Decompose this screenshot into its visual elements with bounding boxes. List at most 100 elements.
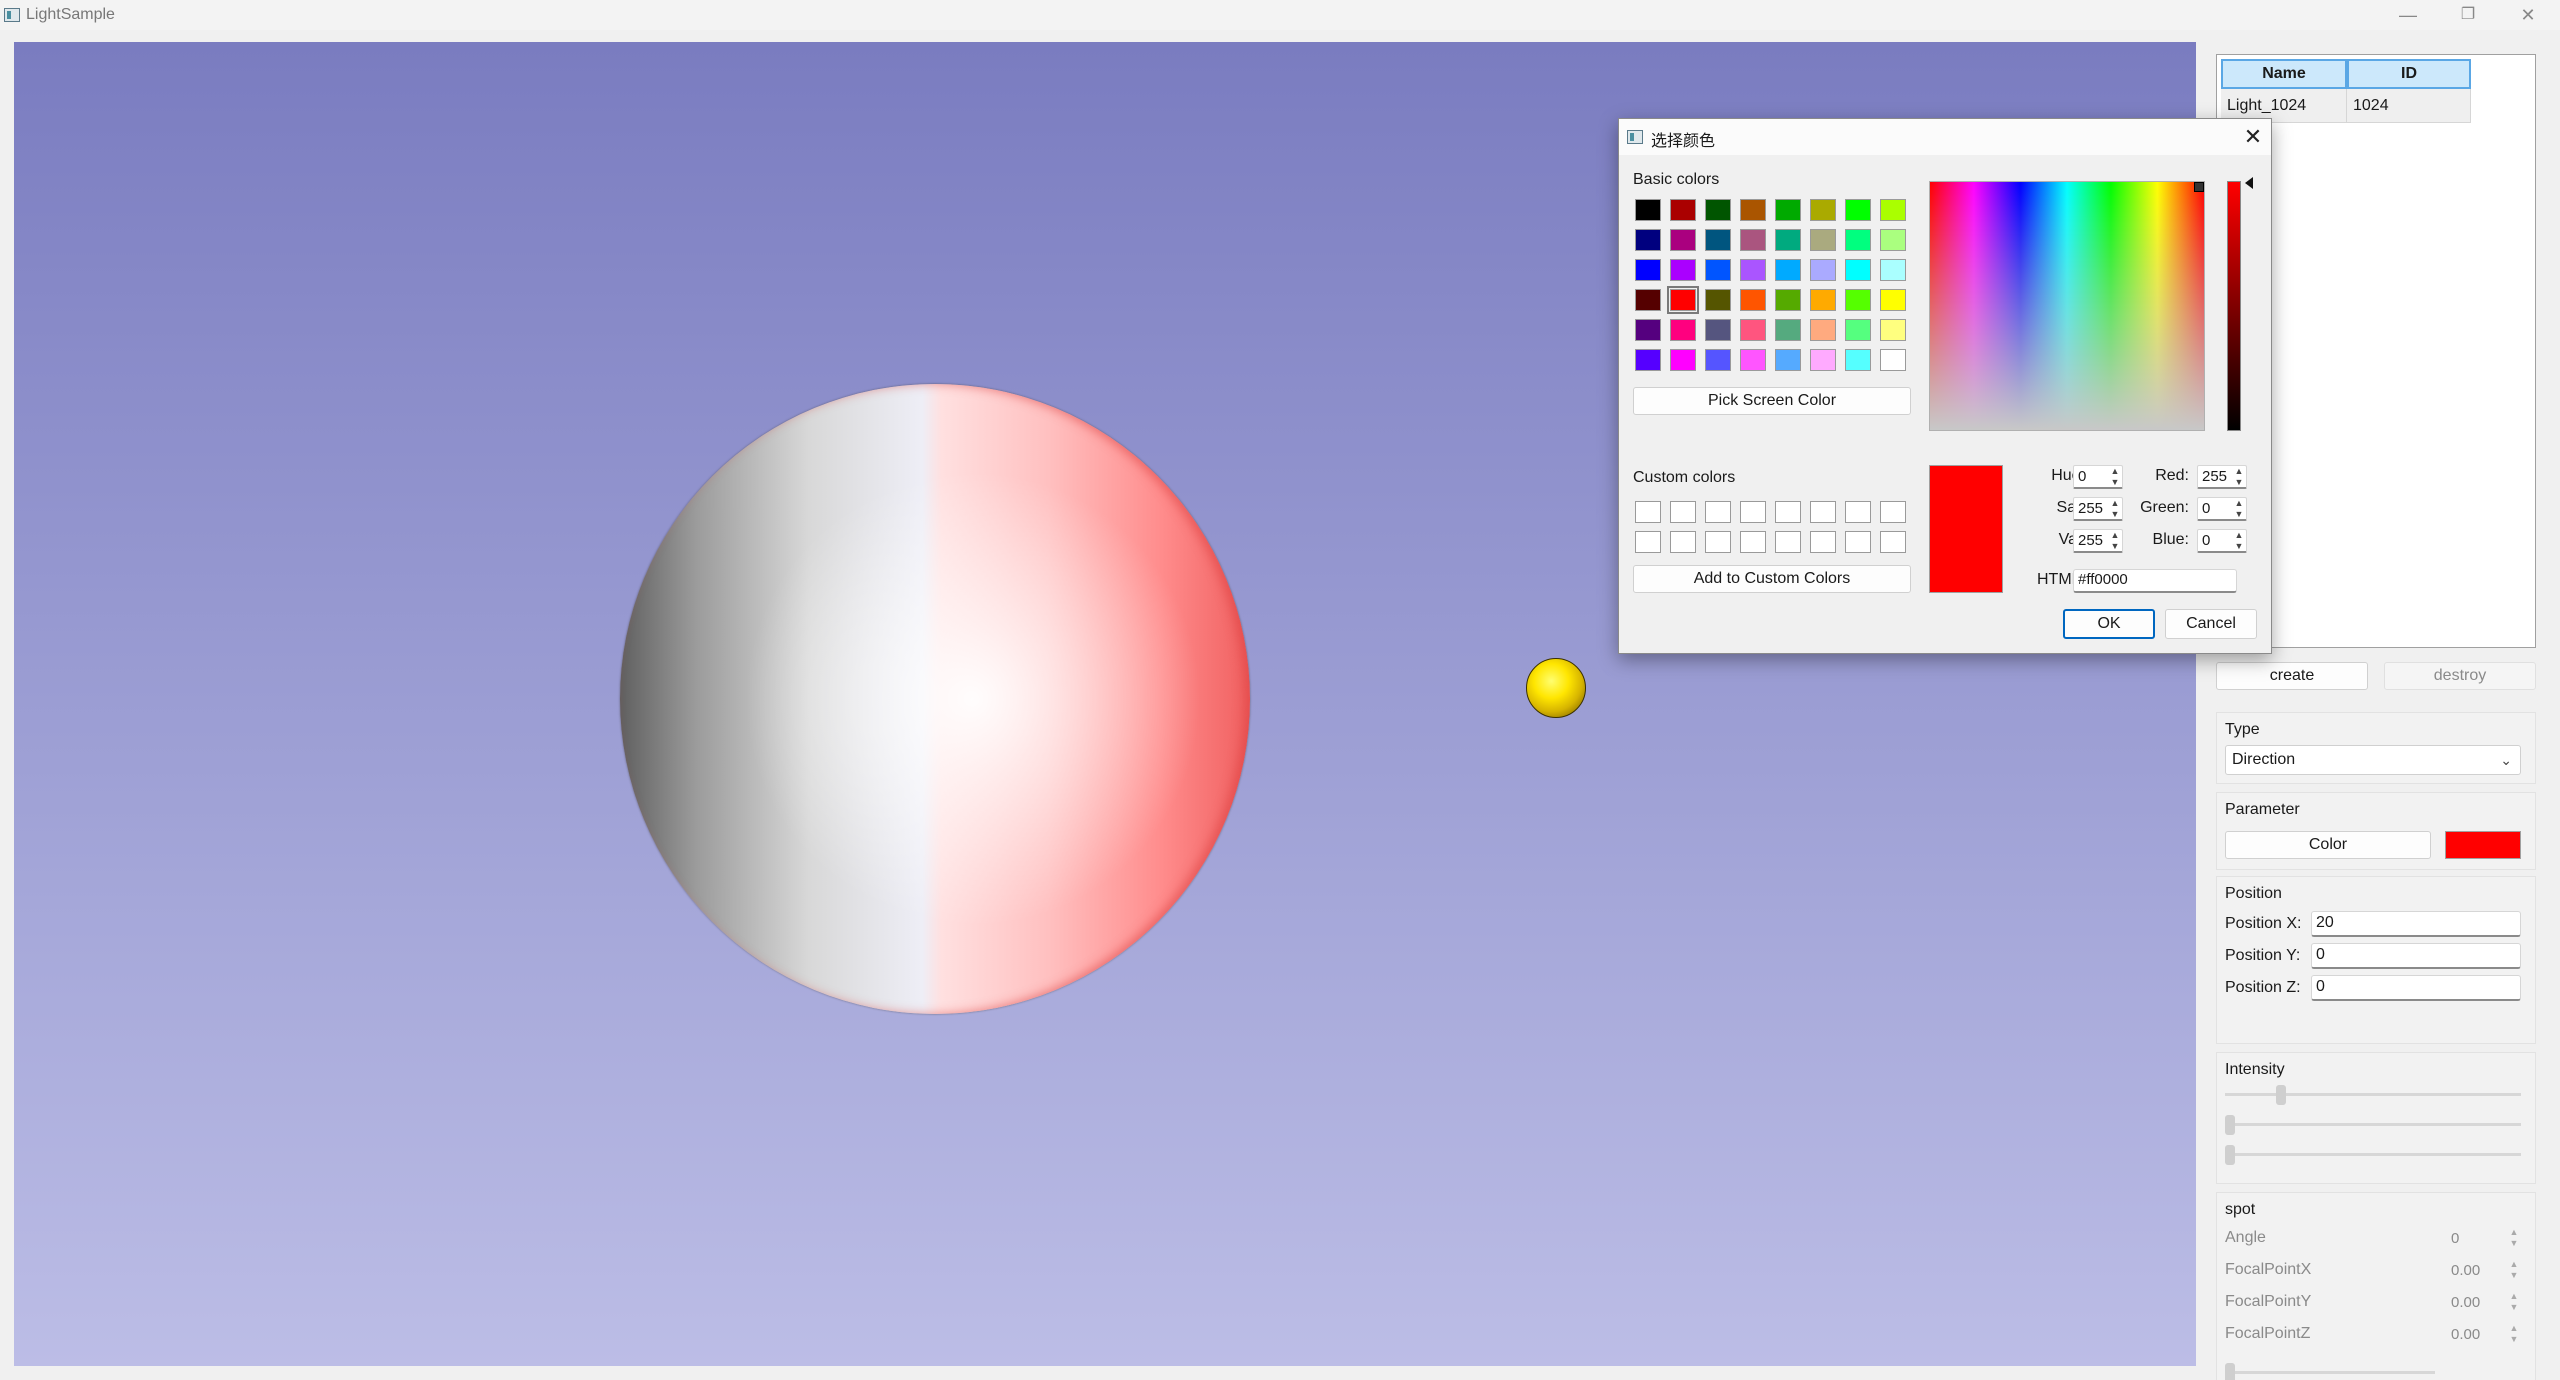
value-slider-bar[interactable] [2227,181,2241,431]
basic-color-swatch[interactable] [1705,259,1731,281]
basic-color-swatch[interactable] [1775,349,1801,371]
pick-screen-color-button[interactable]: Pick Screen Color [1633,387,1911,415]
basic-color-swatch[interactable] [1845,319,1871,341]
basic-color-swatch[interactable] [1670,319,1696,341]
basic-color-swatch[interactable] [1635,229,1661,251]
basic-color-swatch[interactable] [1880,229,1906,251]
custom-color-swatch[interactable] [1705,501,1731,523]
basic-color-swatch[interactable] [1880,319,1906,341]
custom-color-swatch[interactable] [1670,531,1696,553]
green-spinbox[interactable]: 0 ▲ ▼ [2197,497,2247,521]
basic-color-swatch[interactable] [1635,289,1661,311]
basic-color-swatch[interactable] [1880,259,1906,281]
custom-color-swatch[interactable] [1775,501,1801,523]
basic-color-swatch[interactable] [1705,349,1731,371]
custom-color-swatch[interactable] [1705,531,1731,553]
basic-color-swatch[interactable] [1740,259,1766,281]
slider-2-track[interactable] [2225,1123,2521,1126]
value-arrow-icon[interactable] [2245,177,2253,189]
basic-color-swatch[interactable] [1880,199,1906,221]
basic-color-swatch[interactable] [1880,349,1906,371]
color-preview-swatch[interactable] [2445,831,2521,859]
basic-color-swatch[interactable] [1670,199,1696,221]
custom-color-swatch[interactable] [1880,501,1906,523]
angle-spinbox[interactable]: 0 ▲ ▼ [2441,1227,2521,1251]
basic-color-swatch[interactable] [1845,349,1871,371]
custom-color-swatch[interactable] [1810,501,1836,523]
basic-color-swatch[interactable] [1845,289,1871,311]
basic-color-swatch[interactable] [1635,349,1661,371]
create-button[interactable]: create [2216,662,2368,690]
basic-color-swatch[interactable] [1705,319,1731,341]
basic-color-swatch[interactable] [1775,199,1801,221]
basic-color-swatch[interactable] [1775,229,1801,251]
basic-color-swatch[interactable] [1845,259,1871,281]
focal-point-x-spinbox[interactable]: 0.00 ▲ ▼ [2441,1259,2521,1283]
destroy-button[interactable]: destroy [2384,662,2536,690]
red-spinbox[interactable]: 255 ▲ ▼ [2197,465,2247,489]
dialog-close-button[interactable]: ✕ [2239,123,2267,151]
custom-color-swatch[interactable] [1635,531,1661,553]
ok-button[interactable]: OK [2063,609,2155,639]
basic-color-swatch[interactable] [1740,229,1766,251]
blue-spinbox[interactable]: 0 ▲ ▼ [2197,529,2247,553]
position-y-input[interactable]: 0 [2311,943,2521,969]
intensity-slider-track[interactable] [2225,1093,2521,1096]
basic-color-swatch[interactable] [1670,229,1696,251]
custom-color-swatch[interactable] [1845,501,1871,523]
basic-color-swatch[interactable] [1775,259,1801,281]
spot-slider-handle[interactable] [2225,1363,2235,1380]
basic-color-swatch[interactable] [1667,286,1699,314]
focal-point-z-spinbox[interactable]: 0.00 ▲ ▼ [2441,1323,2521,1347]
basic-color-swatch[interactable] [1775,319,1801,341]
basic-color-swatch[interactable] [1740,319,1766,341]
maximize-button[interactable]: ❐ [2448,2,2488,28]
add-to-custom-colors-button[interactable]: Add to Custom Colors [1633,565,1911,593]
column-header-name[interactable]: Name [2221,59,2347,89]
custom-color-swatch[interactable] [1845,531,1871,553]
basic-color-swatch[interactable] [1810,289,1836,311]
basic-color-swatch[interactable] [1670,259,1696,281]
slider-3-handle[interactable] [2225,1145,2235,1165]
custom-color-swatch[interactable] [1670,501,1696,523]
slider-2-handle[interactable] [2225,1115,2235,1135]
color-button[interactable]: Color [2225,831,2431,859]
focal-point-y-spinbox[interactable]: 0.00 ▲ ▼ [2441,1291,2521,1315]
basic-color-swatch[interactable] [1810,319,1836,341]
intensity-slider-handle[interactable] [2276,1085,2287,1105]
hue-spinbox[interactable]: 0 ▲ ▼ [2073,465,2123,489]
custom-color-swatch[interactable] [1775,531,1801,553]
column-header-id[interactable]: ID [2347,59,2471,89]
basic-color-swatch[interactable] [1810,199,1836,221]
position-z-input[interactable]: 0 [2311,975,2521,1001]
cell-id[interactable]: 1024 [2347,89,2471,123]
basic-color-swatch[interactable] [1635,319,1661,341]
custom-color-swatch[interactable] [1740,531,1766,553]
cancel-button[interactable]: Cancel [2165,609,2257,639]
basic-color-swatch[interactable] [1705,289,1731,311]
position-x-input[interactable]: 20 [2311,911,2521,937]
basic-color-swatch[interactable] [1635,199,1661,221]
basic-color-swatch[interactable] [1880,289,1906,311]
type-combobox[interactable]: Direction ⌄ [2225,745,2521,775]
close-button[interactable]: ✕ [2508,2,2548,28]
sat-spinbox[interactable]: 255 ▲ ▼ [2073,497,2123,521]
basic-color-swatch[interactable] [1775,289,1801,311]
basic-color-swatch[interactable] [1705,199,1731,221]
basic-color-swatch[interactable] [1670,349,1696,371]
spot-slider-track[interactable] [2225,1371,2435,1374]
custom-color-swatch[interactable] [1740,501,1766,523]
custom-color-swatch[interactable] [1810,531,1836,553]
basic-color-swatch[interactable] [1845,229,1871,251]
custom-color-swatch[interactable] [1635,501,1661,523]
minimize-button[interactable]: — [2388,2,2428,28]
custom-color-swatch[interactable] [1880,531,1906,553]
basic-color-swatch[interactable] [1810,259,1836,281]
basic-color-swatch[interactable] [1740,349,1766,371]
slider-3-track[interactable] [2225,1153,2521,1156]
html-hex-input[interactable]: #ff0000 [2073,569,2237,593]
basic-color-swatch[interactable] [1740,289,1766,311]
val-spinbox[interactable]: 255 ▲ ▼ [2073,529,2123,553]
basic-color-swatch[interactable] [1810,349,1836,371]
basic-color-swatch[interactable] [1635,259,1661,281]
